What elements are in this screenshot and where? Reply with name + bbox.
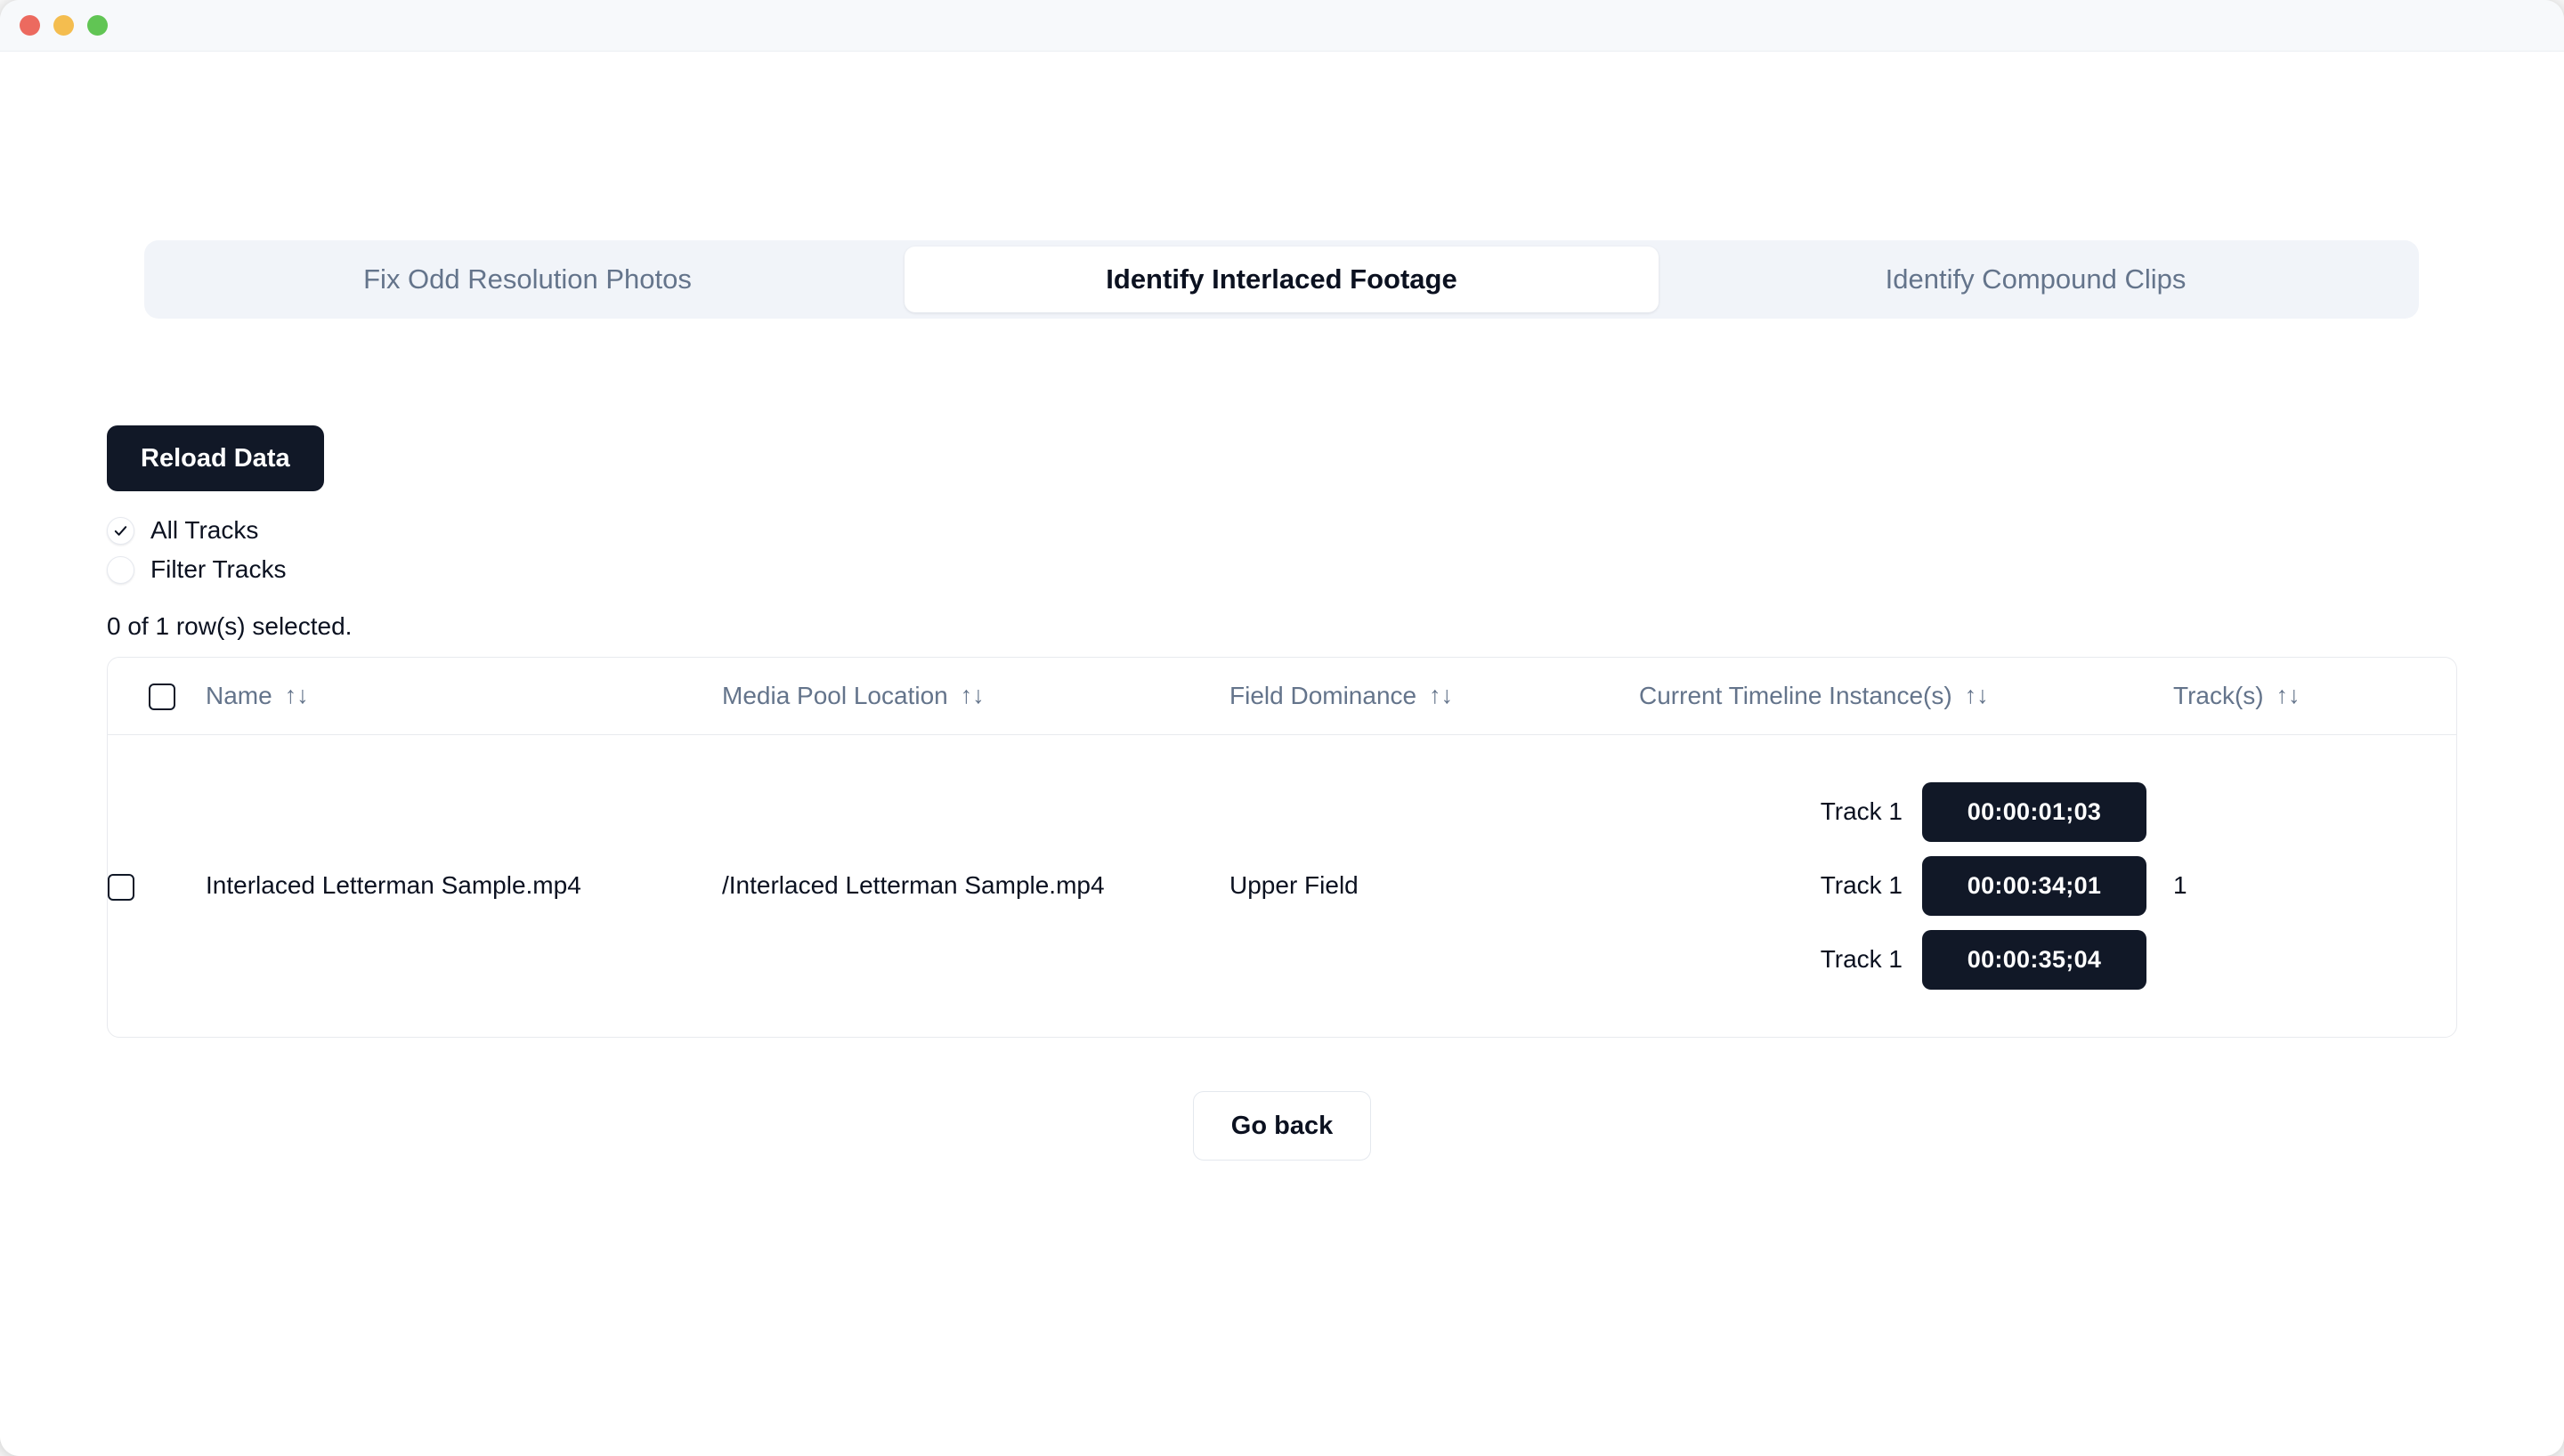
maximize-window-button[interactable] bbox=[87, 15, 108, 36]
footer-actions: Go back bbox=[0, 1091, 2564, 1161]
radio-option-all-tracks[interactable]: All Tracks bbox=[107, 516, 286, 545]
header-name[interactable]: Name ↑↓ bbox=[206, 658, 722, 735]
timecode-badge[interactable]: 00:00:34;01 bbox=[1922, 855, 2146, 916]
timeline-instance-item: Track 1 00:00:01;03 bbox=[1639, 781, 2173, 842]
track-filter-radio-group: All Tracks Filter Tracks bbox=[107, 516, 286, 584]
table-header-row: Name ↑↓ Media Pool Location ↑↓ Field Dom… bbox=[108, 658, 2456, 735]
header-select-all bbox=[108, 658, 206, 735]
close-window-button[interactable] bbox=[20, 15, 40, 36]
timeline-instances-list: Track 1 00:00:01;03 Track 1 00:00:34;01 … bbox=[1639, 781, 2173, 990]
radio-label-filter-tracks: Filter Tracks bbox=[150, 555, 287, 583]
header-tracks[interactable]: Track(s) ↑↓ bbox=[2173, 658, 2456, 735]
tab-identify-interlaced-footage[interactable]: Identify Interlaced Footage bbox=[905, 247, 1659, 312]
sort-icon[interactable]: ↑↓ bbox=[1965, 684, 1989, 708]
row-select-cell bbox=[108, 734, 206, 1037]
table-header: Name ↑↓ Media Pool Location ↑↓ Field Dom… bbox=[108, 658, 2456, 735]
tab-fix-odd-resolution-photos[interactable]: Fix Odd Resolution Photos bbox=[150, 247, 905, 312]
radio-option-filter-tracks[interactable]: Filter Tracks bbox=[107, 555, 286, 584]
header-field-dominance-label: Field Dominance bbox=[1229, 681, 1417, 709]
row-media-pool-location-cell: /Interlaced Letterman Sample.mp4 bbox=[722, 871, 1105, 900]
window-titlebar bbox=[0, 0, 2564, 52]
timecode-badge[interactable]: 00:00:01;03 bbox=[1922, 781, 2146, 842]
go-back-button[interactable]: Go back bbox=[1192, 1091, 1372, 1161]
sort-icon[interactable]: ↑↓ bbox=[1429, 684, 1453, 708]
header-name-label: Name bbox=[206, 681, 272, 709]
traffic-lights bbox=[20, 15, 108, 36]
minimize-window-button[interactable] bbox=[53, 15, 74, 36]
table-row[interactable]: Interlaced Letterman Sample.mp4 /Interla… bbox=[108, 734, 2456, 1037]
header-media-pool-location-label: Media Pool Location bbox=[722, 681, 948, 709]
header-current-timeline-instances-label: Current Timeline Instance(s) bbox=[1639, 681, 1952, 709]
results-table-container: Name ↑↓ Media Pool Location ↑↓ Field Dom… bbox=[107, 657, 2457, 1038]
header-field-dominance[interactable]: Field Dominance ↑↓ bbox=[1229, 658, 1639, 735]
sort-icon[interactable]: ↑↓ bbox=[2276, 684, 2300, 708]
row-current-timeline-instances-cell: Track 1 00:00:01;03 Track 1 00:00:34;01 … bbox=[1639, 734, 2173, 1037]
selection-status-text: 0 of 1 row(s) selected. bbox=[107, 612, 353, 640]
row-select-checkbox[interactable] bbox=[108, 873, 134, 901]
header-current-timeline-instances[interactable]: Current Timeline Instance(s) ↑↓ bbox=[1639, 658, 2173, 735]
radio-checked-icon bbox=[107, 516, 134, 545]
page-content: Fix Odd Resolution Photos Identify Inter… bbox=[0, 52, 2564, 1456]
reload-data-button[interactable]: Reload Data bbox=[107, 425, 324, 491]
instance-track-label: Track 1 bbox=[1820, 945, 1903, 974]
row-field-dominance-cell: Upper Field bbox=[1229, 871, 1359, 900]
app-window: Fix Odd Resolution Photos Identify Inter… bbox=[0, 0, 2564, 1456]
timeline-instance-item: Track 1 00:00:34;01 bbox=[1639, 855, 2173, 916]
tab-bar: Fix Odd Resolution Photos Identify Inter… bbox=[144, 240, 2419, 319]
select-all-checkbox[interactable] bbox=[149, 684, 175, 711]
sort-icon[interactable]: ↑↓ bbox=[961, 684, 985, 708]
row-name-cell: Interlaced Letterman Sample.mp4 bbox=[206, 871, 581, 900]
sort-icon[interactable]: ↑↓ bbox=[285, 684, 309, 708]
instance-track-label: Track 1 bbox=[1820, 871, 1903, 900]
radio-label-all-tracks: All Tracks bbox=[150, 516, 259, 544]
row-tracks-cell: 1 bbox=[2173, 871, 2187, 900]
instance-track-label: Track 1 bbox=[1820, 797, 1903, 826]
header-tracks-label: Track(s) bbox=[2173, 681, 2264, 709]
header-media-pool-location[interactable]: Media Pool Location ↑↓ bbox=[722, 658, 1229, 735]
tab-identify-compound-clips[interactable]: Identify Compound Clips bbox=[1659, 247, 2413, 312]
table-body: Interlaced Letterman Sample.mp4 /Interla… bbox=[108, 734, 2456, 1037]
results-table: Name ↑↓ Media Pool Location ↑↓ Field Dom… bbox=[108, 658, 2456, 1037]
timeline-instance-item: Track 1 00:00:35;04 bbox=[1639, 929, 2173, 990]
radio-unchecked-icon bbox=[107, 555, 134, 584]
timecode-badge[interactable]: 00:00:35;04 bbox=[1922, 929, 2146, 990]
